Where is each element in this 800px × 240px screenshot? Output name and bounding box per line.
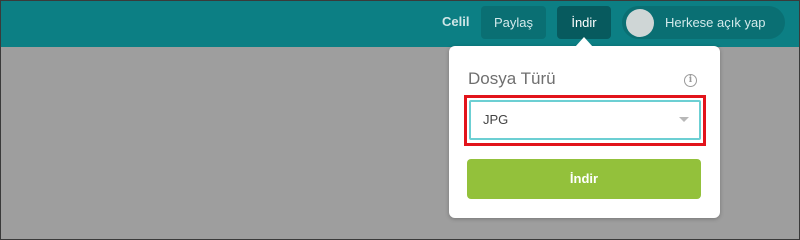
file-type-title: Dosya Türü xyxy=(468,69,556,88)
make-public-toggle[interactable]: Herkese açık yap xyxy=(622,6,785,39)
top-bar: Celil Paylaş İndir Herkese açık yap xyxy=(0,0,800,47)
share-button[interactable]: Paylaş xyxy=(481,6,546,39)
user-name[interactable]: Celil xyxy=(442,14,469,29)
file-type-select[interactable]: JPG xyxy=(469,100,701,140)
download-button[interactable]: İndir xyxy=(467,159,701,199)
info-icon[interactable]: i xyxy=(684,74,697,87)
file-type-selected-value: JPG xyxy=(483,112,509,127)
popup-arrow xyxy=(575,37,593,47)
chevron-down-icon xyxy=(679,117,689,122)
make-public-label: Herkese açık yap xyxy=(665,15,766,30)
download-popup: Dosya Türü i JPG İndir xyxy=(449,46,720,218)
download-menu-button[interactable]: İndir xyxy=(557,6,611,39)
toggle-knob-icon[interactable] xyxy=(626,9,654,37)
